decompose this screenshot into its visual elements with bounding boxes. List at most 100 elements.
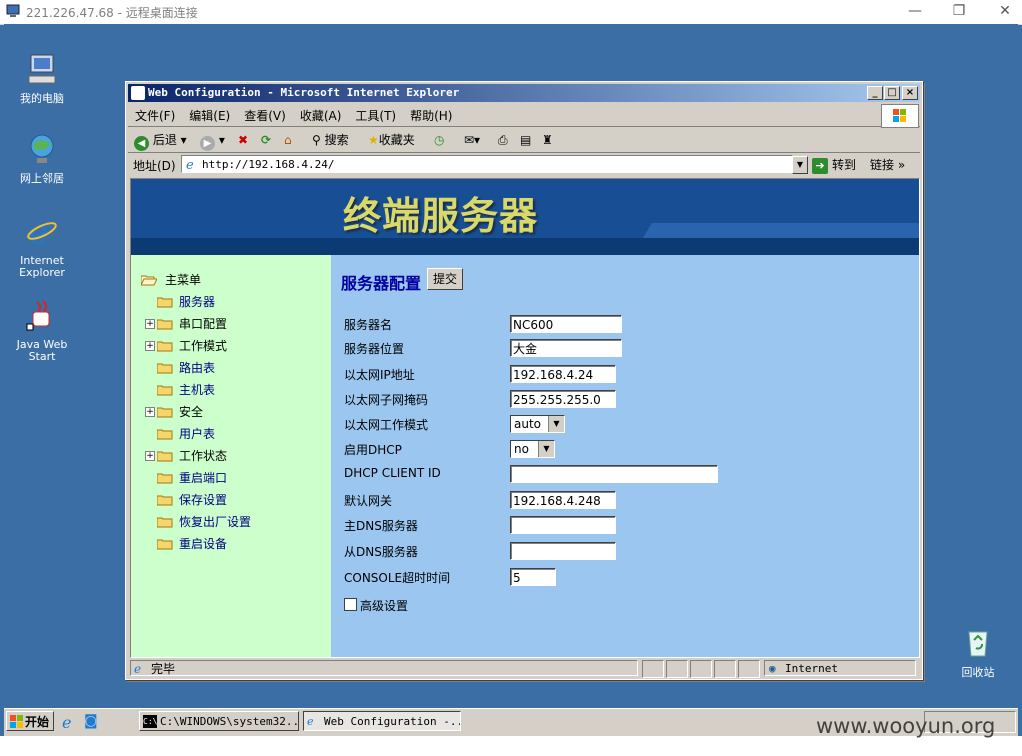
address-input[interactable]: e http://192.168.4.24/: [181, 155, 793, 173]
nav-item-label: 服务器: [179, 295, 216, 309]
desktop-icon-label: 我的电脑: [20, 92, 64, 105]
menu-tools[interactable]: 工具(T): [348, 104, 403, 127]
links-button[interactable]: 链接 »: [870, 156, 905, 174]
folder-icon: [156, 384, 173, 396]
field-label: 主DNS服务器: [344, 519, 418, 533]
search-button[interactable]: ⚲ 搜索: [312, 131, 349, 149]
ie-window-icon: [131, 86, 145, 100]
menu-help[interactable]: 帮助(H): [403, 104, 459, 127]
status-text: 完毕: [151, 662, 176, 676]
java-web-start-icon: [26, 300, 50, 331]
history-icon[interactable]: ◷: [434, 131, 444, 149]
field-input[interactable]: [510, 516, 616, 534]
task-label: C:\WINDOWS\system32...: [160, 715, 299, 728]
watermark: www.wooyun.org: [816, 714, 996, 738]
start-button[interactable]: 开始: [6, 711, 54, 731]
folder-icon: [156, 472, 173, 484]
address-dropdown-button[interactable]: ▼: [792, 156, 808, 174]
mail-icon[interactable]: ✉▾: [464, 131, 480, 149]
menu-view[interactable]: 查看(V): [237, 104, 293, 127]
folder-icon: [156, 340, 173, 352]
field-input[interactable]: 5: [510, 568, 556, 586]
field-select[interactable]: auto ▼: [510, 415, 565, 433]
menu-file[interactable]: 文件(F): [128, 104, 182, 127]
security-zone: ◉ Internet: [764, 660, 916, 676]
ie-window: Web Configuration - Microsoft Internet E…: [125, 81, 923, 680]
menu-edit[interactable]: 编辑(E): [182, 104, 237, 127]
desktop-icon-my-computer[interactable]: 我的电脑: [4, 52, 80, 105]
folder-icon: [156, 428, 173, 440]
field-label: 启用DHCP: [344, 443, 402, 457]
back-button[interactable]: ◀ 后退 ▾: [134, 131, 187, 151]
dropdown-arrow-icon[interactable]: ▼: [538, 441, 554, 457]
windows-flag-icon: [10, 715, 23, 728]
desktop-icon-recycle-bin[interactable]: 回收站: [940, 626, 1016, 679]
desktop-icon-network[interactable]: 网上邻居: [4, 132, 80, 185]
ie-menubar: 文件(F) 编辑(E) 查看(V) 收藏(A) 工具(T) 帮助(H): [128, 104, 920, 127]
nav-item-label: 串口配置: [179, 317, 228, 331]
folder-icon: [156, 538, 173, 550]
field-select[interactable]: no ▼: [510, 440, 555, 458]
expand-icon[interactable]: +: [145, 451, 155, 461]
quicklaunch-desktop-icon[interactable]: ◙: [84, 713, 98, 729]
field-input[interactable]: NC600: [510, 315, 622, 333]
ie-task-icon: e: [307, 715, 314, 728]
page-banner: 终端服务器: [131, 179, 919, 255]
folder-icon: [156, 516, 173, 528]
my-computer-icon: [28, 54, 56, 84]
field-input[interactable]: [510, 465, 718, 483]
advanced-label: 高级设置: [360, 599, 409, 613]
status-cell: [666, 660, 688, 678]
folder-icon: [156, 450, 173, 462]
field-input[interactable]: 192.168.4.24: [510, 365, 616, 383]
home-icon[interactable]: ⌂: [284, 131, 292, 149]
checkbox-box[interactable]: [344, 598, 357, 611]
submit-button[interactable]: 提交: [427, 268, 463, 290]
rdp-minimize-button[interactable]: —: [903, 2, 927, 20]
go-button[interactable]: ➔ 转到: [812, 156, 856, 174]
status-cell: [642, 660, 664, 678]
nav-item-label: 重启端口: [179, 471, 228, 485]
favorites-button[interactable]: ★收藏夹: [368, 131, 415, 149]
ie-maximize-button[interactable]: □: [884, 86, 900, 100]
desktop-icon-label: Explorer: [19, 266, 65, 279]
field-input[interactable]: 大金: [510, 339, 622, 357]
nav-item-label: 用户表: [179, 427, 216, 441]
menu-favorites[interactable]: 收藏(A): [293, 104, 349, 127]
quicklaunch-ie-icon[interactable]: e: [62, 713, 71, 732]
dropdown-arrow-icon[interactable]: ▼: [548, 416, 564, 432]
field-label: CONSOLE超时时间: [344, 571, 451, 585]
edit-icon[interactable]: ▤: [520, 131, 531, 149]
rdp-restore-button[interactable]: ❐: [947, 2, 971, 20]
print-icon[interactable]: ⎙: [498, 131, 508, 149]
zone-label: Internet: [785, 662, 838, 675]
field-input[interactable]: 192.168.4.248: [510, 491, 616, 509]
field-label: 服务器位置: [344, 342, 405, 356]
start-label: 开始: [25, 715, 50, 729]
task-cmd[interactable]: C:\ C:\WINDOWS\system32...: [139, 711, 299, 731]
messenger-icon[interactable]: ♜: [542, 131, 553, 149]
desktop-icon-ie[interactable]: e Internet Explorer: [4, 213, 80, 279]
field-label: 服务器名: [344, 318, 393, 332]
forward-button[interactable]: ▶ ▾: [200, 131, 225, 151]
field-label: DHCP CLIENT ID: [344, 466, 441, 480]
field-input[interactable]: 255.255.255.0: [510, 390, 616, 408]
nav-item-label: 工作模式: [179, 339, 228, 353]
expand-icon[interactable]: +: [145, 407, 155, 417]
refresh-icon[interactable]: ⟳: [261, 131, 271, 149]
desktop-icon-java[interactable]: Java Web Start: [4, 298, 80, 363]
rdp-close-button[interactable]: ✕: [993, 2, 1017, 20]
field-input[interactable]: [510, 542, 616, 560]
ie-minimize-button[interactable]: _: [867, 86, 883, 100]
task-ie[interactable]: e Web Configuration -...: [303, 711, 461, 731]
ie-close-button[interactable]: ×: [902, 86, 918, 100]
expand-icon[interactable]: +: [145, 319, 155, 329]
internet-explorer-icon: e: [27, 213, 57, 251]
field-label: 以太网子网掩码: [344, 393, 429, 407]
expand-icon[interactable]: +: [145, 341, 155, 351]
banner-strip: [131, 238, 919, 255]
globe-icon: ◉: [769, 662, 776, 675]
advanced-settings-checkbox[interactable]: 高级设置: [344, 597, 408, 614]
nav-item-label: 路由表: [179, 361, 216, 375]
stop-icon[interactable]: ✖: [238, 131, 248, 149]
